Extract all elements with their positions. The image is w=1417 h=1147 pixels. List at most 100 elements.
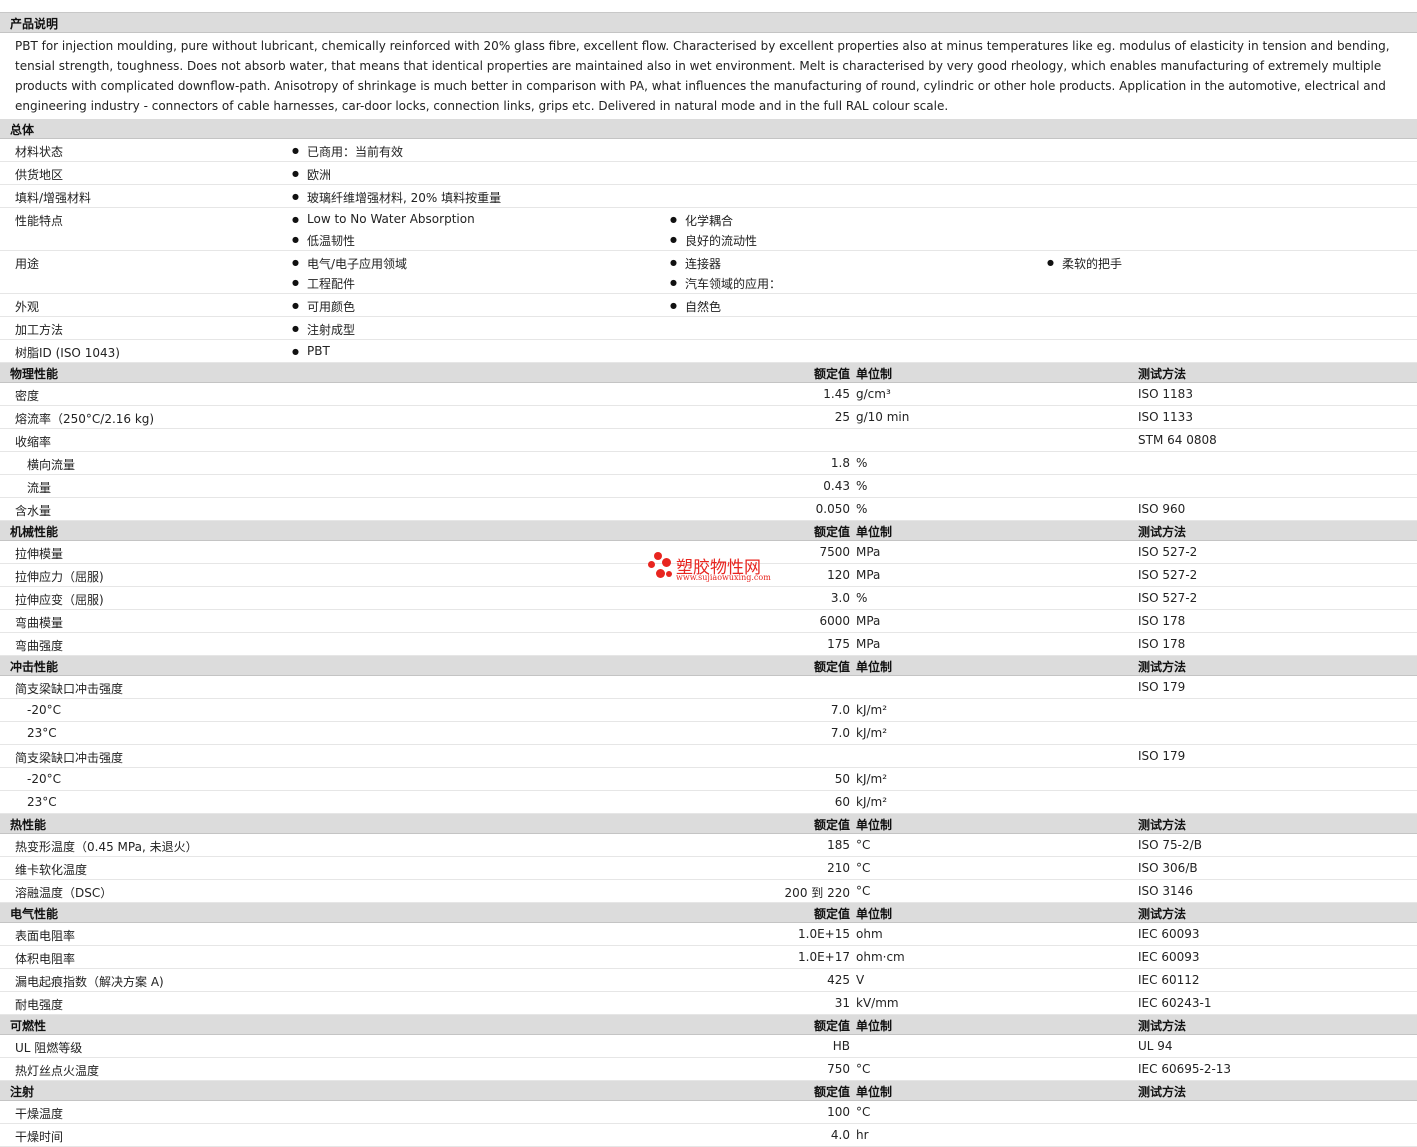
property-row: 拉伸应变（屈服) 3.0% ISO 527-2 [0, 587, 1417, 610]
property-unit: ohm [856, 927, 883, 941]
property-row: 表面电阻率 1.0E+15 ohm IEC 60093 [0, 923, 1417, 946]
column-label-unit: 单位制 [856, 525, 893, 539]
general-row-label: 用途 [15, 257, 40, 271]
property-test-method: ISO 1133 [1138, 410, 1193, 424]
section-title: 注射 [10, 1085, 35, 1099]
general-row-bullet-item: 汽车领域的应用： [670, 275, 781, 292]
property-name: 热变形温度（0.45 MPa, 未退火） [15, 840, 198, 854]
property-test-method: ISO 527-2 [1138, 568, 1198, 582]
general-row-bullet-item: 连接器 [670, 255, 721, 272]
property-name: 弯曲强度 [15, 639, 64, 653]
section-header: 机械性能 额定值 单位制 测试方法 [0, 521, 1417, 541]
property-row: 体积电阻率 1.0E+17 ohm·cm IEC 60093 [0, 946, 1417, 969]
property-row: 23°C 60 kJ/m² [0, 791, 1417, 814]
property-test-method: ISO 527-2 [1138, 591, 1198, 605]
general-row: 树脂ID (ISO 1043) PBT [0, 340, 1417, 363]
property-row: 流量 0.43% [0, 475, 1417, 498]
property-row: 耐电强度 31 kV/mm IEC 60243-1 [0, 992, 1417, 1015]
property-row: 热灯丝点火温度 750 °C IEC 60695-2-13 [0, 1058, 1417, 1081]
property-name: 简支梁缺口冲击强度 [15, 751, 124, 765]
general-row-label: 性能特点 [15, 214, 64, 228]
property-test-method: ISO 75-2/B [1138, 838, 1202, 852]
property-row: 干燥温度 100 °C [0, 1101, 1417, 1124]
column-label-test-method: 测试方法 [1138, 1019, 1187, 1033]
general-row: 性能特点 Low to No Water Absorption 化学耦合低温韧性 良好… [0, 208, 1417, 251]
property-unit: kJ/m² [856, 726, 888, 740]
section-header: 热性能 额定值 单位制 测试方法 [0, 814, 1417, 834]
property-unit: hr [856, 1128, 869, 1142]
general-row: 材料状态 已商用：当前有效 [0, 139, 1417, 162]
property-test-method: ISO 1183 [1138, 387, 1193, 401]
property-name: 熔流率（250°C/2.16 kg) [15, 412, 155, 426]
property-row: -20°C 7.0 kJ/m² [0, 699, 1417, 722]
section-title: 机械性能 [10, 525, 59, 539]
general-row-bullet-item: 自然色 [670, 298, 721, 315]
property-unit: kJ/m² [856, 795, 888, 809]
property-row: 熔流率（250°C/2.16 kg) 25 g/10 min ISO 1133 [0, 406, 1417, 429]
property-name: 弯曲模量 [15, 616, 64, 630]
property-test-method: ISO 3146 [1138, 884, 1193, 898]
general-row-label: 填料/增强材料 [15, 191, 92, 205]
property-unit: ohm·cm [856, 950, 905, 964]
property-row: 拉伸模量 7500 MPa ISO 527-2 [0, 541, 1417, 564]
property-unit: °C [856, 861, 871, 875]
section-header: 电气性能 额定值 单位制 测试方法 [0, 903, 1417, 923]
column-label-test-method: 测试方法 [1138, 818, 1187, 832]
property-row: 23°C 7.0 kJ/m² [0, 722, 1417, 745]
section-header: 冲击性能 额定值 单位制 测试方法 [0, 656, 1417, 676]
general-row-label: 供货地区 [15, 168, 64, 182]
property-row: 密度 1.45 g/cm³ ISO 1183 [0, 383, 1417, 406]
general-row-bullet-item: Low to No Water Absorption [292, 212, 475, 226]
property-unit: kJ/m² [856, 703, 888, 717]
property-name: 维卡软化温度 [15, 863, 88, 877]
property-value: 1.0E+15 [798, 927, 850, 941]
column-label-unit: 单位制 [856, 660, 893, 674]
property-value: 3.0 [830, 591, 850, 605]
property-row: 拉伸应力（屈服) 120 MPa ISO 527-2 [0, 564, 1417, 587]
general-row: 供货地区 欧洲 [0, 162, 1417, 185]
property-value: 1.8 [830, 456, 850, 470]
property-name: 体积电阻率 [15, 952, 76, 966]
property-unit: MPa [856, 568, 881, 582]
property-unit: g/cm³ [856, 387, 891, 401]
property-value: 210 [827, 861, 850, 875]
property-unit: MPa [856, 614, 881, 628]
property-value: 7.0 [830, 703, 850, 717]
product-description: PBT for injection moulding, pure without… [15, 39, 1390, 113]
property-row: 收缩率 STM 64 0808 [0, 429, 1417, 452]
property-test-method: ISO 179 [1138, 749, 1186, 763]
property-test-method: ISO 960 [1138, 502, 1186, 516]
property-test-method: STM 64 0808 [1138, 433, 1217, 447]
property-unit: % [856, 591, 868, 605]
property-unit: °C [856, 1062, 871, 1076]
property-name: 漏电起痕指数（解决方案 A) [15, 975, 164, 989]
property-value: 4.0 [830, 1128, 850, 1142]
column-label-value: 额定值 [813, 525, 850, 539]
section-header: 可燃性 额定值 单位制 测试方法 [0, 1015, 1417, 1035]
property-unit: °C [856, 884, 871, 898]
property-unit: MPa [856, 637, 881, 651]
section-title: 可燃性 [10, 1019, 47, 1033]
property-unit: % [856, 456, 868, 470]
property-row: UL 阻燃等级 HB UL 94 [0, 1035, 1417, 1058]
property-row: 含水量 0.050% ISO 960 [0, 498, 1417, 521]
property-row: 热变形温度（0.45 MPa, 未退火） 185 °C ISO 75-2/B [0, 834, 1417, 857]
section-header: 物理性能 额定值 单位制 测试方法 [0, 363, 1417, 383]
property-unit: V [856, 973, 865, 987]
property-test-method: IEC 60093 [1138, 927, 1200, 941]
property-value: 50 [834, 772, 850, 786]
property-name: 拉伸应变（屈服) [15, 593, 104, 607]
property-row: 干燥时间 4.0 hr [0, 1124, 1417, 1147]
column-label-unit: 单位制 [856, 818, 893, 832]
property-name: 收缩率 [15, 435, 52, 449]
property-row: 维卡软化温度 210 °C ISO 306/B [0, 857, 1417, 880]
property-name: 简支梁缺口冲击强度 [15, 682, 124, 696]
property-test-method: IEC 60093 [1138, 950, 1200, 964]
general-row-bullet-item: 工程配件 [292, 275, 355, 292]
property-row: 弯曲模量 6000 MPa ISO 178 [0, 610, 1417, 633]
property-value: 31 [834, 996, 850, 1010]
property-row: 漏电起痕指数（解决方案 A) 425 V IEC 60112 [0, 969, 1417, 992]
property-name: 耐电强度 [15, 998, 64, 1012]
section-title: 总体 [10, 123, 35, 137]
property-value: 0.43 [823, 479, 850, 493]
